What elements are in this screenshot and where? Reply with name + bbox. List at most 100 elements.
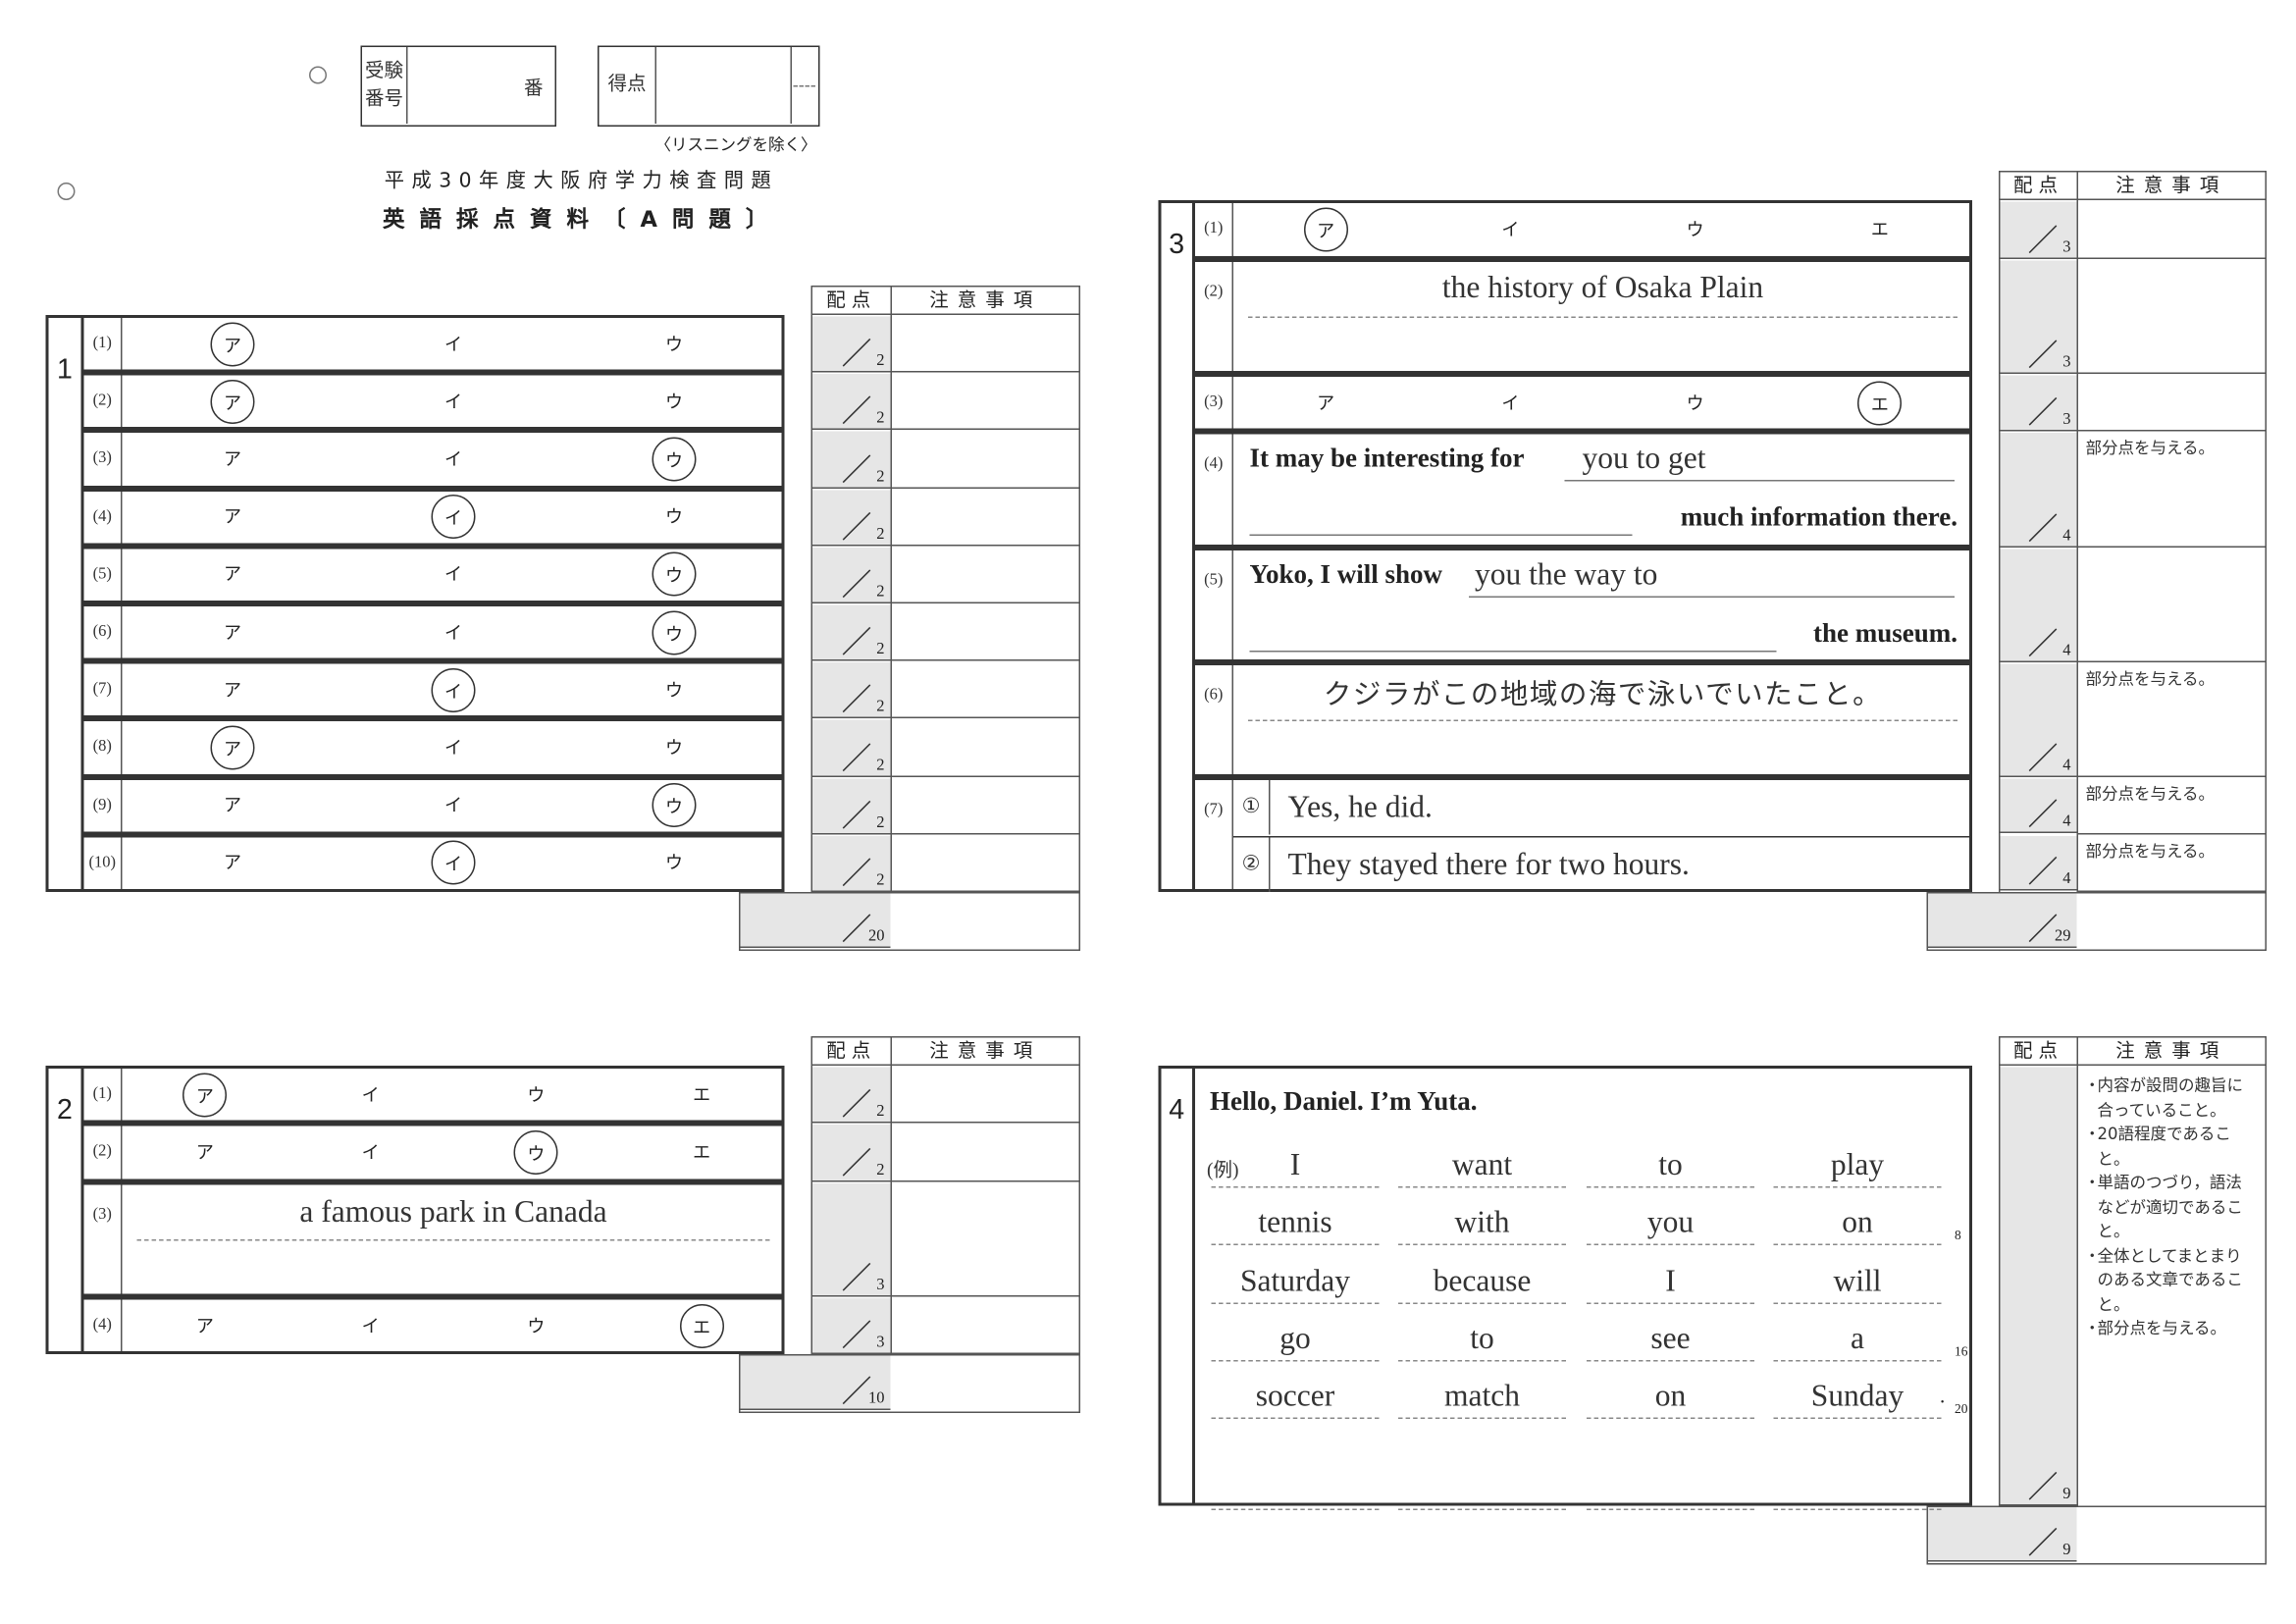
bullet-icon: ・ [2084,1125,2101,1144]
answer-row: (4) ア イ ウ [83,488,785,547]
part-divider [1233,836,1972,838]
document-subtitle: 英語採点資料〔A問題〕 [383,206,783,233]
points-cell: 2 [812,316,891,373]
answer-row: (5) ア イ ウ [83,546,785,603]
sentence-prefix: It may be interesting for [1249,443,1525,473]
notes-column-header: 注意事項 [2076,1036,2267,1066]
choice-option: イ [431,841,476,886]
exam-number-field[interactable]: 番 [408,47,552,124]
slash-mark [842,569,871,599]
choice-option: ア [223,795,241,816]
choice-option: エ [693,1142,711,1163]
choice-option: イ [444,795,462,816]
note-item: ・部分点を与える。 [2084,1318,2259,1342]
choice-option: ウ [1686,392,1704,413]
points-value: 3 [2062,410,2071,429]
slash-mark [2028,628,2058,657]
choice-option: ア [195,1315,214,1336]
points-value: 2 [876,698,885,716]
bullet-icon: ・ [2084,1245,2101,1266]
answer-text: you to get [1564,441,1955,482]
points-value: 4 [2062,757,2071,774]
points-column-header: 配点 [810,1036,892,1066]
blank-line [1249,534,1633,536]
notes-cell: ・内容が設問の趣旨に合っていること。・ 20語程度であること。・単語のつづり，語法… [2077,1069,2268,1347]
slash-mark [842,914,871,943]
slash-mark [2028,914,2058,943]
points-cell: 3 [2000,260,2077,374]
word-cell: on [1587,1375,1754,1420]
word-cell: with [1398,1201,1566,1246]
choice-option: イ [444,333,462,354]
answer-row: (2) ア イ ウ [83,372,785,431]
points-cell: 4 [2000,549,2077,662]
notes-cell [890,546,1080,603]
question-label: (2) [1195,262,1233,371]
part-mark: ① [1233,780,1271,835]
note-item: ・ 20語程度であること。 [2084,1124,2259,1173]
sentence-suffix: much information there. [1680,501,1957,532]
slash-mark [2028,225,2058,254]
slash-mark [842,742,871,771]
choice-option: ア [210,321,255,366]
score-field[interactable] [656,47,792,124]
word-cell: on [1773,1201,1942,1246]
points-cell: 4 [2000,433,2077,548]
points-value: 2 [876,640,885,658]
points-cell: 3 [812,1298,891,1354]
choice-option: イ [1501,219,1520,240]
score-divider [793,85,815,87]
notes-cell [890,1124,1080,1182]
points-value: 3 [876,1334,885,1351]
notes-cell [890,1066,1080,1124]
choice-option: イ [431,667,476,712]
answer-row: (3) a famous park in Canada [83,1181,785,1297]
punch-hole-icon [57,183,76,200]
note-text: 全体としてまとまりのある文章であること。 [2097,1245,2243,1314]
answer-row: (2) the history of Osaka Plain [1195,259,1972,374]
points-cell: 10 [740,1355,891,1410]
notes-cell [2076,200,2267,259]
slash-mark [842,627,871,655]
points-cell: 2 [812,374,891,431]
answer-row: (5) Yoko, I will show you the way to the mu… [1195,548,1972,662]
part-mark: ② [1233,837,1271,892]
points-cell: 9 [2000,1067,2077,1506]
question-label: (1) [1195,203,1233,256]
choice-option: ア [210,725,255,770]
slash-mark [842,1320,871,1349]
choice-option: ア [1303,207,1348,252]
note-text: 部分点を与える。 [2097,1319,2227,1338]
question-label: (6) [84,606,123,658]
points-value: 2 [876,1161,885,1179]
slash-mark [2028,1527,2058,1556]
word-cell: see [1587,1317,1754,1362]
points-value: 2 [876,756,885,774]
question-label: (5) [1195,550,1233,659]
points-value: 2 [876,409,885,428]
answer-key-sheet: 受験 番号 番 得点 〈リスニングを除く〉 平成30年度大阪府学力検査問題 英語… [0,0,2296,1624]
answer-row: (3) ア イ ウ エ [1195,374,1972,432]
note-item: ・内容が設問の趣旨に合っていること。 [2084,1074,2259,1124]
choice-option: ア [195,1142,214,1163]
note-item: ・全体としてまとまりのある文章であること。 [2084,1244,2259,1317]
points-column-header: 配点 [810,286,892,315]
listening-note: 〈リスニングを除く〉 [654,135,817,155]
choice-option: ア [210,379,255,424]
points-cell: 2 [812,547,891,603]
answer-row: (2) ア イ ウ エ [83,1123,785,1182]
note-text: 部分点を与える。 [2085,842,2216,862]
question-label: (3) [84,433,123,486]
sentence-suffix: the museum. [1813,618,1957,648]
choice-option: イ [444,621,462,643]
choice-option: ア [223,506,241,528]
slash-mark [842,684,871,713]
answer-row: (9) ア イ ウ [83,776,785,835]
notes-cell [890,834,1080,892]
points-value: 20 [868,927,885,945]
word-cell: will [1773,1259,1942,1304]
notes-cell: 部分点を与える。 [2076,835,2267,892]
answer-row: (1) ア イ ウ エ [83,1066,785,1124]
choice-option: ウ [527,1315,546,1336]
answer-row: (7) ① Yes, he did. ② They stayed there for t… [1195,777,1972,892]
